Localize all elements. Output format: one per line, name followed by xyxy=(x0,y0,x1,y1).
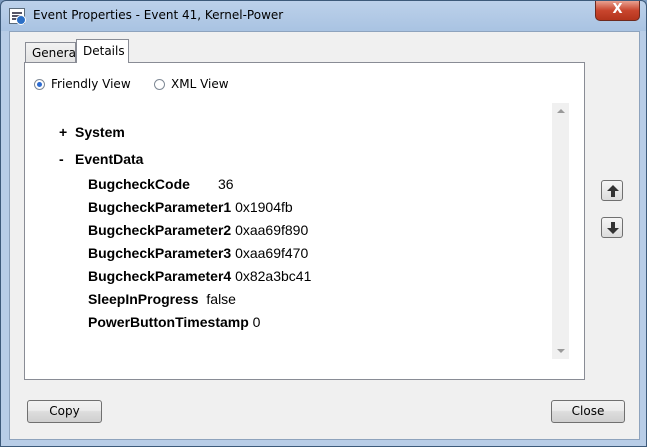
field-key: BugcheckParameter3 xyxy=(88,245,232,261)
tree-node-system[interactable]: + System xyxy=(59,124,125,140)
collapse-toggle[interactable]: - xyxy=(59,151,75,167)
dialog-client-area: General Details Friendly View XML View +… xyxy=(9,31,640,440)
field-row: BugcheckParameter1 0x1904fb xyxy=(88,199,293,215)
field-row: BugcheckParameter2 0xaa69f890 xyxy=(88,222,308,238)
arrow-up-icon xyxy=(607,185,619,197)
field-row: PowerButtonTimestamp 0 xyxy=(88,314,260,330)
field-key: SleepInProgress xyxy=(88,291,199,307)
previous-event-button[interactable] xyxy=(601,180,623,201)
field-value: 0 xyxy=(252,314,261,330)
friendly-view-radio[interactable] xyxy=(34,79,45,90)
field-value: 0x82a3bc41 xyxy=(235,268,312,284)
tab-details[interactable]: Details xyxy=(76,39,129,63)
field-key: BugcheckParameter4 xyxy=(88,268,232,284)
tab-general[interactable]: General xyxy=(25,42,79,62)
field-key: BugcheckCode xyxy=(88,176,190,192)
close-button[interactable]: Close xyxy=(551,400,625,423)
tree-node-eventdata[interactable]: - EventData xyxy=(59,151,143,167)
scroll-up-arrow-icon[interactable] xyxy=(557,109,565,113)
field-row: BugcheckCode 36 xyxy=(88,176,234,192)
friendly-view-option[interactable]: Friendly View xyxy=(34,77,131,91)
expand-toggle[interactable]: + xyxy=(59,124,75,140)
field-key: BugcheckParameter2 xyxy=(88,222,232,238)
field-value: 0x1904fb xyxy=(235,199,293,215)
window-title: Event Properties - Event 41, Kernel-Powe… xyxy=(33,8,284,22)
event-details-view[interactable]: + System - EventData BugcheckCode 36 Bugche… xyxy=(42,103,552,359)
xml-view-option[interactable]: XML View xyxy=(154,77,229,91)
field-row: BugcheckParameter3 0xaa69f470 xyxy=(88,245,308,261)
window-close-button[interactable]: X xyxy=(595,1,640,21)
field-row: SleepInProgress false xyxy=(88,291,236,307)
field-key: BugcheckParameter1 xyxy=(88,199,232,215)
title-bar[interactable]: Event Properties - Event 41, Kernel-Powe… xyxy=(1,1,646,31)
event-viewer-app-icon xyxy=(9,8,26,25)
field-value: false xyxy=(206,291,236,307)
tree-node-label: EventData xyxy=(75,151,144,167)
xml-view-label: XML View xyxy=(171,77,229,91)
tree-node-label: System xyxy=(75,124,125,140)
xml-view-radio[interactable] xyxy=(154,79,165,90)
copy-button[interactable]: Copy xyxy=(27,400,102,423)
arrow-down-icon xyxy=(607,222,619,234)
vertical-scrollbar[interactable] xyxy=(552,103,569,359)
scroll-down-arrow-icon[interactable] xyxy=(557,349,565,353)
next-event-button[interactable] xyxy=(601,217,623,238)
field-value: 0xaa69f890 xyxy=(235,222,309,238)
event-properties-window: Event Properties - Event 41, Kernel-Powe… xyxy=(0,0,647,447)
field-value: 0xaa69f470 xyxy=(235,245,309,261)
field-value: 36 xyxy=(218,176,234,192)
friendly-view-label: Friendly View xyxy=(51,77,131,91)
field-key: PowerButtonTimestamp xyxy=(88,314,249,330)
field-row: BugcheckParameter4 0x82a3bc41 xyxy=(88,268,311,284)
details-tab-panel: Friendly View XML View + System - EventDat… xyxy=(24,62,585,380)
